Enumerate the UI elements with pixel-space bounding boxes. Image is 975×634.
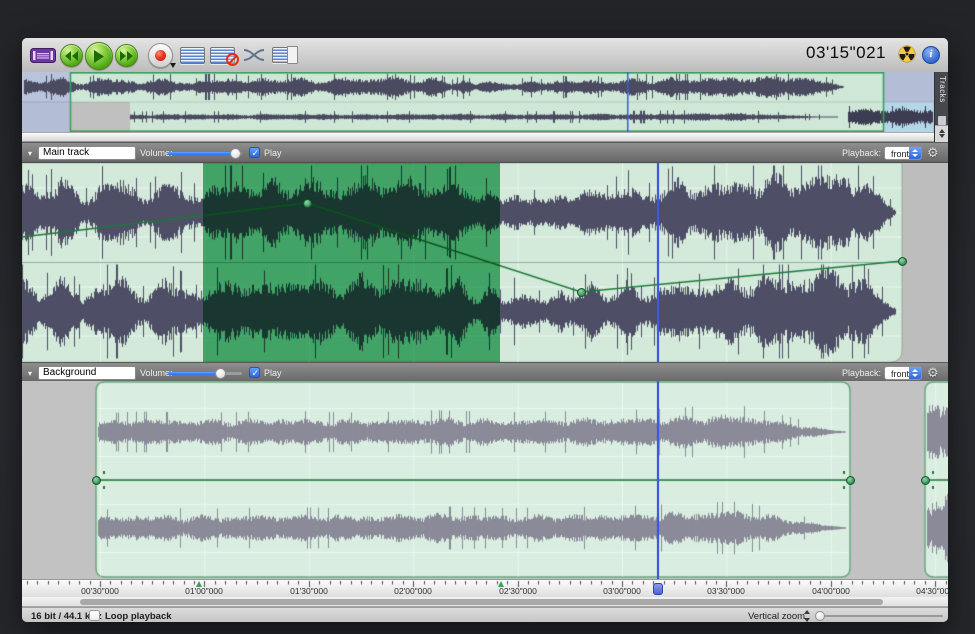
overview-scrollbar[interactable]: [22, 132, 934, 142]
ruler-label: 01'30"000: [290, 586, 328, 596]
playback-dropdown[interactable]: front: [884, 146, 922, 160]
volume-slider-knob[interactable]: [215, 368, 226, 379]
ruler-label: 02'00"000: [394, 586, 432, 596]
vertical-zoom-slider[interactable]: [817, 615, 943, 617]
app-window: 03'15"021 i Tracks ▾ Volume:: [22, 38, 948, 622]
rewind-icon: [64, 51, 79, 61]
tracks-scroll-thumb[interactable]: [938, 116, 946, 125]
time-ruler[interactable]: 00'30"000 01'00"000 01'30"000 02'00"000 02'3…: [22, 579, 948, 597]
ruler-label: 04'30"000: [916, 586, 948, 596]
overview-waveform[interactable]: [22, 72, 934, 132]
ruler-label: 04'00"000: [812, 586, 850, 596]
volume-slider-fill: [168, 372, 221, 375]
waveform-tool-icon: [30, 48, 56, 63]
background-track-waveform[interactable]: [22, 381, 948, 579]
volume-slider-knob[interactable]: [230, 148, 241, 159]
tracks-pane-tab[interactable]: Tracks: [934, 72, 948, 142]
envelope-point[interactable]: [92, 476, 101, 485]
scroll-up-icon: [939, 129, 945, 133]
play-label: Play: [264, 368, 282, 378]
tracks-scroll-arrows[interactable]: [935, 125, 948, 142]
play-button[interactable]: [85, 42, 113, 70]
track-name-input[interactable]: [38, 146, 136, 160]
play-checkbox[interactable]: [249, 147, 260, 158]
ruler-label: 01'00"000: [185, 586, 223, 596]
status-bar: 16 bit / 44.1 kHz Loop playback Vertical…: [22, 607, 948, 622]
timecode-display: 03'15"021: [806, 43, 886, 63]
record-button[interactable]: [148, 43, 173, 68]
gear-icon[interactable]: ⚙: [927, 365, 939, 381]
loop-playback-label: Loop playback: [105, 611, 172, 622]
vertical-zoom-knob[interactable]: [815, 611, 825, 621]
track-header-main: ▾ Volume: Play Playback: front ⚙: [22, 142, 948, 163]
info-button[interactable]: i: [922, 46, 940, 64]
crossfade-button[interactable]: [243, 47, 265, 63]
ruler-label: 02'30"000: [499, 586, 537, 596]
tracks-pane-label: Tracks: [937, 76, 947, 114]
delete-selection-button[interactable]: [210, 47, 235, 64]
envelope-point[interactable]: [921, 476, 930, 485]
play-checkbox[interactable]: [249, 367, 260, 378]
record-dot-icon: [155, 50, 166, 61]
main-track-area: [22, 163, 948, 362]
ruler-label: 03'00"000: [603, 586, 641, 596]
selection-marker[interactable]: [498, 581, 504, 587]
loop-playback-checkbox[interactable]: [89, 610, 100, 621]
dropdown-stepper-icon: [909, 367, 921, 379]
prohibition-icon: [226, 53, 239, 66]
track-header-background: ▾ Volume: Play Playback: front ⚙: [22, 362, 948, 383]
envelope-point[interactable]: [303, 199, 312, 208]
envelope-point[interactable]: [577, 288, 586, 297]
selection-marker[interactable]: [196, 581, 202, 587]
dropdown-stepper-icon: [909, 147, 921, 159]
playhead-main[interactable]: [657, 163, 659, 362]
scroll-down-icon: [939, 134, 945, 138]
vertical-zoom-stepper[interactable]: [803, 609, 812, 622]
playback-label: Playback:: [842, 368, 881, 378]
envelope-point[interactable]: [898, 257, 907, 266]
volume-slider-fill: [168, 152, 238, 155]
record-menu-arrow-icon: [170, 63, 176, 68]
playback-dropdown[interactable]: front: [884, 366, 922, 380]
radiation-icon[interactable]: [898, 45, 916, 63]
waveform-tool-button[interactable]: [30, 48, 56, 63]
ruler-label: 00'30"000: [81, 586, 119, 596]
document-icon: [287, 46, 298, 64]
fast-forward-button[interactable]: [115, 44, 138, 67]
disclosure-triangle[interactable]: ▾: [28, 369, 32, 378]
crossfade-icon: [243, 47, 265, 63]
volume-slider[interactable]: [168, 372, 242, 375]
track-name-input[interactable]: [38, 366, 136, 380]
fast-forward-icon: [119, 51, 134, 61]
play-icon: [93, 50, 105, 63]
desktop-background: 03'15"021 i Tracks ▾ Volume:: [0, 0, 975, 634]
disclosure-triangle[interactable]: ▾: [28, 149, 32, 158]
gear-icon[interactable]: ⚙: [927, 145, 939, 161]
playback-label: Playback:: [842, 148, 881, 158]
play-label: Play: [264, 148, 282, 158]
ruler-label: 03'30"000: [707, 586, 745, 596]
horizontal-scrollbar[interactable]: [22, 597, 948, 607]
waveform-block-button[interactable]: [180, 47, 205, 64]
playhead-handle[interactable]: [653, 583, 663, 595]
playhead-background[interactable]: [657, 381, 659, 579]
horizontal-scroll-thumb[interactable]: [80, 599, 883, 605]
toolbar: 03'15"021 i: [22, 38, 948, 73]
envelope-point[interactable]: [846, 476, 855, 485]
rewind-button[interactable]: [60, 44, 83, 67]
copy-waveform-button[interactable]: [272, 46, 298, 64]
background-track-area: [22, 381, 948, 579]
volume-slider[interactable]: [168, 152, 242, 155]
vertical-zoom-label: Vertical zoom: [748, 611, 805, 622]
selection-region[interactable]: [203, 163, 500, 362]
